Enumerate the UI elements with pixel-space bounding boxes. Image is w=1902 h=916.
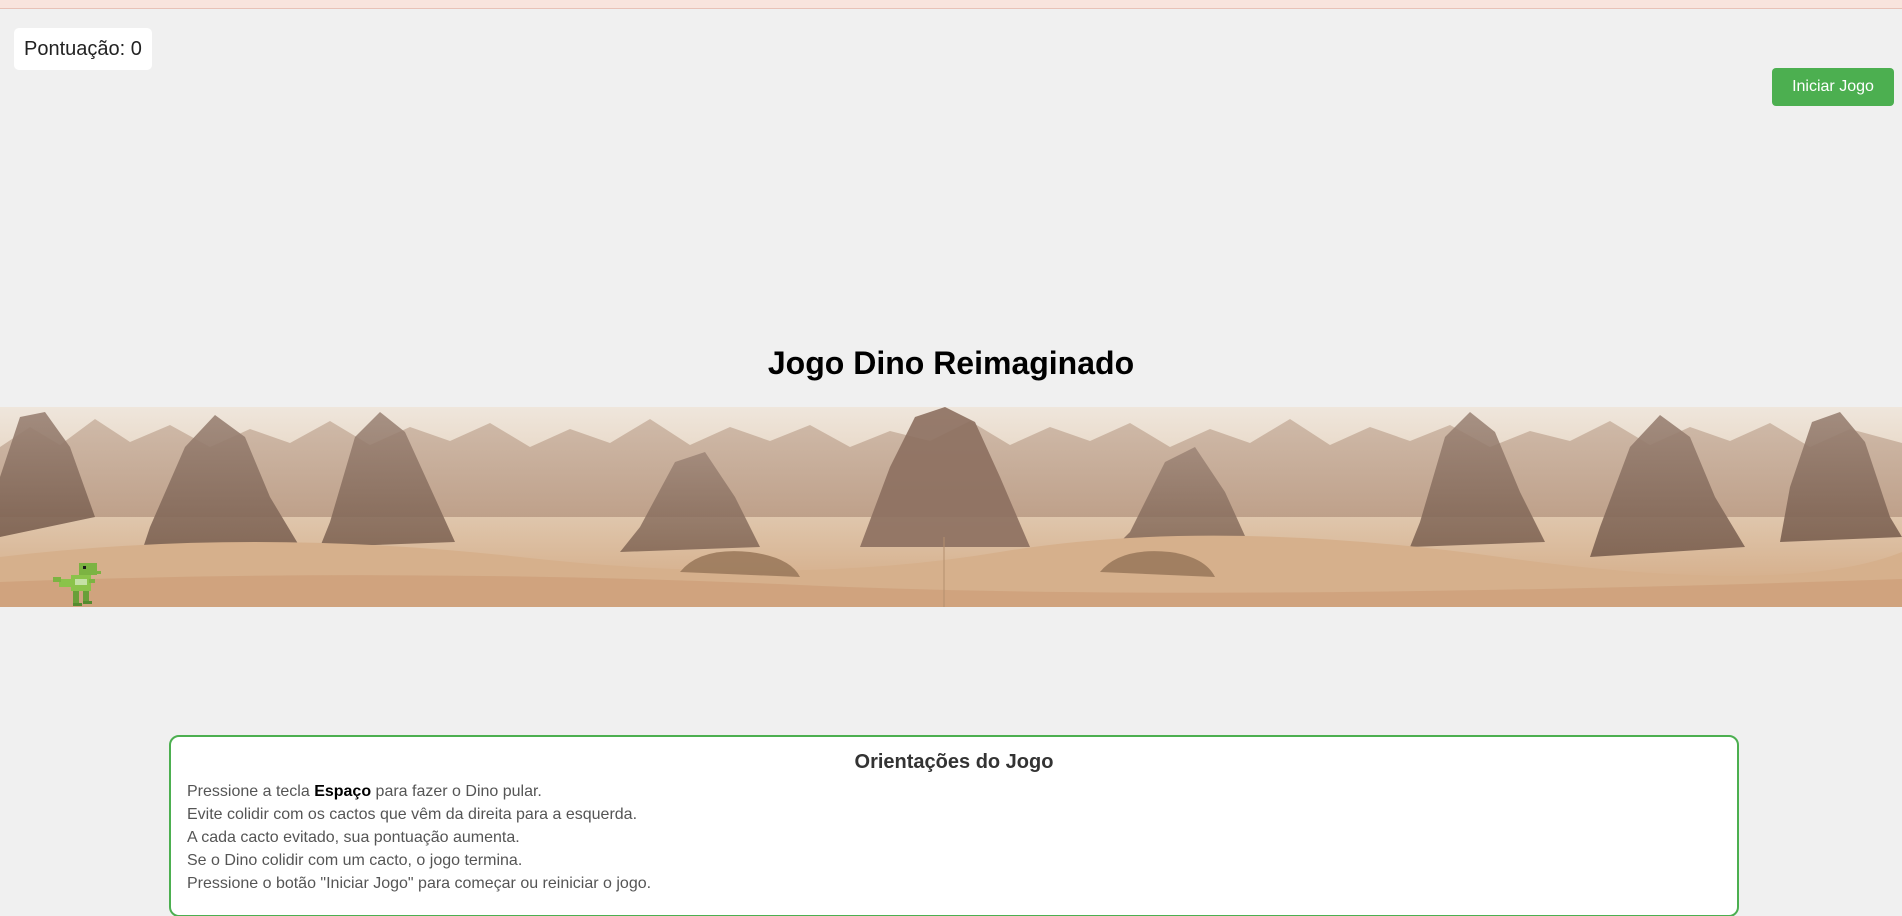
instruction-line-score: A cada cacto evitado, sua pontuação aume…: [187, 829, 520, 846]
start-game-button[interactable]: Iniciar Jogo: [1772, 68, 1894, 106]
page-title: Jogo Dino Reimaginado: [767, 345, 1135, 381]
dino-sprite: [53, 563, 101, 606]
instruction-line-gameover: Se o Dino colidir com um cacto, o jogo t…: [187, 852, 523, 869]
instruction-line-avoid: Evite colidir com os cactos que vêm da d…: [187, 806, 638, 823]
instruction-jump-prefix: Pressione a tecla: [187, 783, 315, 800]
instructions-panel: Orientações do Jogo Pressione a tecla Es…: [169, 735, 1739, 916]
instructions-heading: Orientações do Jogo: [854, 751, 1054, 773]
top-strip: [0, 0, 1902, 9]
instruction-jump-suffix: para fazer o Dino pular.: [371, 783, 542, 800]
game-area[interactable]: [0, 407, 1902, 607]
instruction-line-jump: Pressione a tecla Espaço para fazer o Di…: [187, 780, 1721, 803]
score-display: Pontuação: 0: [14, 28, 152, 70]
instruction-line-start: Pressione o botão "Iniciar Jogo" para co…: [187, 875, 652, 892]
instruction-key-space: Espaço: [314, 783, 372, 800]
desert-background: [0, 407, 1902, 607]
